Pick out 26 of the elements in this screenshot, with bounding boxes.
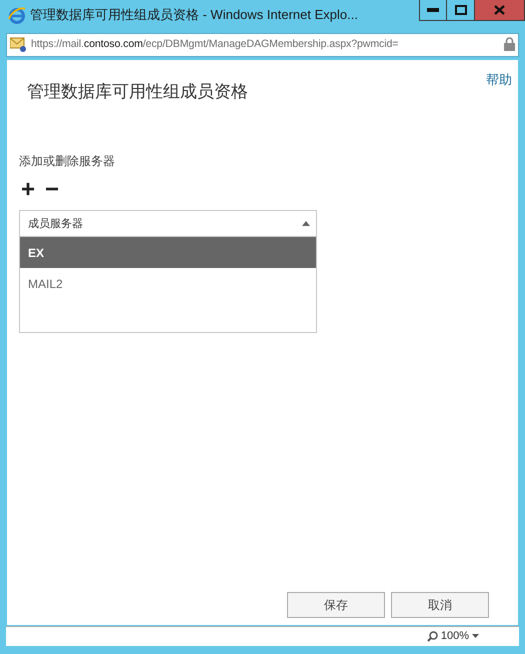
zoom-icon[interactable] bbox=[426, 630, 438, 642]
help-link[interactable]: 帮助 bbox=[486, 70, 512, 90]
address-field[interactable]: https://mail.contoso.com/ecp/DBMgmt/ManageDAGMembership.aspx?pwmcid= bbox=[6, 33, 519, 57]
maximize-button[interactable] bbox=[447, 0, 475, 21]
minimize-icon bbox=[427, 8, 439, 12]
list-row[interactable]: EX bbox=[20, 237, 316, 268]
close-icon bbox=[494, 5, 505, 15]
maximize-icon bbox=[454, 5, 466, 15]
window-title: 管理数据库可用性组成员资格 - Windows Internet Explo... bbox=[30, 6, 359, 24]
save-button[interactable]: 保存 bbox=[287, 592, 385, 618]
lock-icon bbox=[504, 37, 515, 52]
caret-icon[interactable] bbox=[472, 634, 479, 638]
add-button[interactable]: + bbox=[21, 178, 36, 202]
list-row[interactable]: MAIL2 bbox=[20, 268, 316, 300]
section-label: 添加或删除服务器 bbox=[19, 153, 116, 170]
cancel-button[interactable]: 取消 bbox=[391, 592, 489, 618]
minimize-button[interactable] bbox=[419, 0, 447, 21]
zoom-level[interactable]: 100% bbox=[440, 628, 469, 645]
column-header[interactable]: 成员服务器 bbox=[28, 216, 83, 232]
page-title: 管理数据库可用性组成员资格 bbox=[27, 82, 249, 102]
sort-icon[interactable] bbox=[302, 220, 310, 228]
browser-icon bbox=[8, 6, 26, 24]
mail-icon bbox=[10, 36, 28, 53]
url-text: https://mail.contoso.com/ecp/DBMgmt/ManageDAGMembership.aspx?pwmcid= bbox=[31, 37, 400, 52]
remove-button[interactable]: − bbox=[45, 178, 60, 202]
close-button[interactable] bbox=[475, 0, 525, 21]
